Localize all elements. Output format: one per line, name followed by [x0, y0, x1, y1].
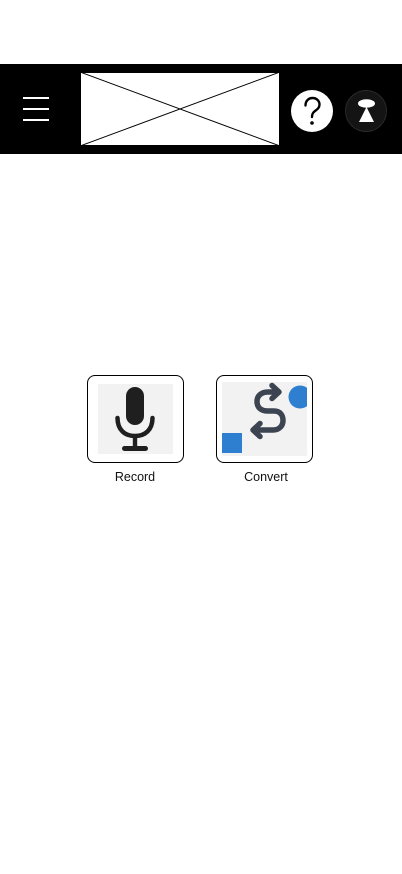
convert-label: Convert — [244, 470, 288, 484]
profile-button[interactable] — [345, 90, 387, 132]
question-mark-icon — [304, 96, 321, 125]
microphone-icon — [98, 384, 173, 454]
help-button[interactable] — [291, 90, 333, 132]
top-bar — [0, 64, 402, 154]
menu-button[interactable] — [23, 94, 51, 124]
convert-arrows-icon — [222, 382, 312, 456]
record-label: Record — [114, 470, 156, 484]
logo-image-placeholder — [80, 72, 280, 146]
user-avatar-icon — [358, 99, 375, 122]
convert-button[interactable] — [216, 375, 313, 463]
record-button[interactable] — [87, 375, 184, 463]
